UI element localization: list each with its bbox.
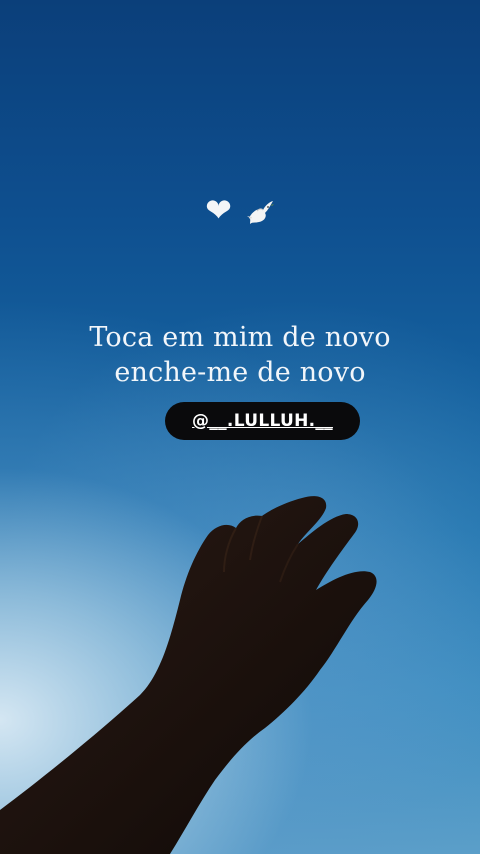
caption-line-2: enche-me de novo (114, 357, 366, 388)
hand-silhouette (0, 496, 377, 854)
dove-icon (245, 194, 275, 230)
story-canvas: ❤ Toca em mim de novo enche-me de novo @… (0, 0, 480, 854)
story-caption: Toca em mim de novo enche-me de novo (0, 320, 480, 390)
caption-line-1: Toca em mim de novo (89, 322, 391, 353)
mention-sticker[interactable]: @__.LULLUH.__ (165, 402, 360, 440)
emoji-row: ❤ (0, 192, 480, 230)
white-heart-icon: ❤ (205, 191, 232, 229)
